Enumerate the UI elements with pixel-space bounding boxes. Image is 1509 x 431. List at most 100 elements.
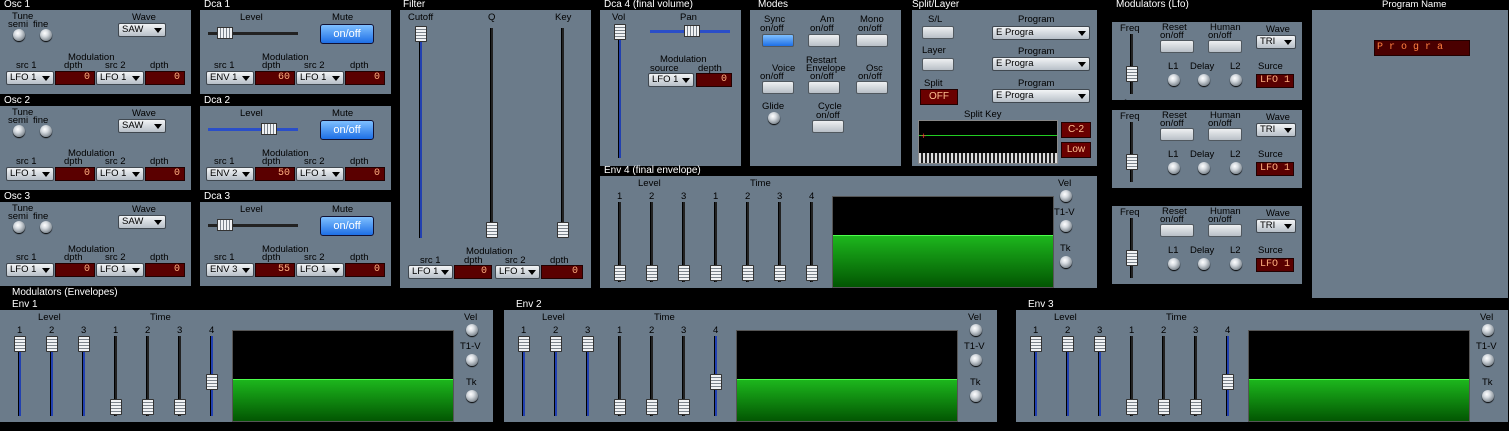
dca-level-thumb[interactable]: [217, 219, 233, 231]
env-slider-thumb[interactable]: [646, 399, 658, 415]
env-slider-thumb[interactable]: [1126, 399, 1138, 415]
dca-dpth2-value[interactable]: 0: [345, 263, 385, 277]
osc-dpth2-value[interactable]: 0: [145, 167, 185, 181]
filter-dpth1-value[interactable]: 0: [454, 265, 492, 279]
env-slider-thumb[interactable]: [582, 336, 594, 352]
lfo-reset-button[interactable]: [1160, 224, 1194, 237]
osc-src2-select[interactable]: LFO 1: [96, 71, 144, 85]
t1v-knob[interactable]: [970, 354, 982, 366]
dca-src1-select[interactable]: ENV 3: [206, 263, 254, 277]
cutoff-slider-track[interactable]: [419, 28, 422, 238]
filter-src2-select[interactable]: LFO 1: [495, 265, 540, 279]
tk-knob[interactable]: [1060, 256, 1072, 268]
env-slider-thumb[interactable]: [174, 399, 186, 415]
osc-wave-select[interactable]: SAW: [118, 23, 166, 37]
env-slider-thumb[interactable]: [1222, 374, 1234, 390]
key-slider-track[interactable]: [561, 28, 564, 238]
vol-slider-track[interactable]: [618, 24, 621, 158]
t1v-knob[interactable]: [1060, 220, 1072, 232]
lfo-l1-knob[interactable]: [1168, 258, 1180, 270]
sl-button[interactable]: [922, 26, 954, 39]
dca4-depth-value[interactable]: 0: [696, 73, 732, 87]
dca-mute-button[interactable]: on/off: [320, 120, 374, 140]
split-key-value[interactable]: C-2: [1061, 122, 1091, 138]
vol-slider-thumb[interactable]: [614, 24, 626, 40]
env-slider-thumb[interactable]: [1094, 336, 1106, 352]
lfo-human-button[interactable]: [1208, 224, 1242, 237]
env-slider-thumb[interactable]: [806, 265, 818, 281]
dca-src1-select[interactable]: ENV 1: [206, 71, 254, 85]
osc-dpth1-value[interactable]: 0: [55, 263, 95, 277]
dca-dpth1-value[interactable]: 50: [255, 167, 295, 181]
dca-dpth1-value[interactable]: 55: [255, 263, 295, 277]
filter-src1-select[interactable]: LFO 1: [408, 265, 453, 279]
glide-knob[interactable]: [768, 112, 780, 124]
tk-knob[interactable]: [466, 390, 478, 402]
q-slider-track[interactable]: [490, 28, 493, 238]
env-slider-thumb[interactable]: [774, 265, 786, 281]
lfo-wave-select[interactable]: TRI: [1256, 123, 1296, 137]
program1-select[interactable]: E Progra: [992, 26, 1090, 40]
osc-src1-select[interactable]: LFO 1: [6, 263, 54, 277]
lfo-delay-knob[interactable]: [1198, 258, 1210, 270]
lfo-surce-value[interactable]: LFO 1: [1256, 74, 1294, 88]
tk-knob[interactable]: [970, 390, 982, 402]
lfo-surce-value[interactable]: LFO 1: [1256, 258, 1294, 272]
lfo-human-button[interactable]: [1208, 40, 1242, 53]
vel-knob[interactable]: [1482, 324, 1494, 336]
env-slider-thumb[interactable]: [646, 265, 658, 281]
env-slider-thumb[interactable]: [518, 336, 530, 352]
key-slider-thumb[interactable]: [557, 222, 569, 238]
split-key-range[interactable]: Low: [1061, 142, 1091, 158]
env-slider-thumb[interactable]: [46, 336, 58, 352]
lfo-l1-knob[interactable]: [1168, 162, 1180, 174]
fine-knob[interactable]: [40, 221, 52, 233]
program-name-value[interactable]: P r o g r a: [1374, 40, 1470, 56]
dca-src2-select[interactable]: LFO 1: [296, 263, 344, 277]
pan-slider-thumb[interactable]: [684, 25, 700, 37]
env-slider-thumb[interactable]: [14, 336, 26, 352]
dca-level-thumb[interactable]: [217, 27, 233, 39]
lfo-reset-button[interactable]: [1160, 128, 1194, 141]
lfo-l2-knob[interactable]: [1230, 258, 1242, 270]
dca-level-track[interactable]: [208, 128, 298, 131]
lfo-human-button[interactable]: [1208, 128, 1242, 141]
osc-src1-select[interactable]: LFO 1: [6, 167, 54, 181]
program3-select[interactable]: E Progra: [992, 89, 1090, 103]
osc-wave-select[interactable]: SAW: [118, 119, 166, 133]
split-value[interactable]: OFF: [920, 89, 958, 105]
envelope-button[interactable]: [808, 81, 840, 94]
lfo-freq-thumb[interactable]: [1126, 250, 1138, 266]
osc-wave-select[interactable]: SAW: [118, 215, 166, 229]
env-slider-thumb[interactable]: [142, 399, 154, 415]
dca-level-thumb[interactable]: [261, 123, 277, 135]
dca-src1-select[interactable]: ENV 2: [206, 167, 254, 181]
osc-button[interactable]: [856, 81, 888, 94]
env-slider-thumb[interactable]: [614, 265, 626, 281]
osc-dpth1-value[interactable]: 0: [55, 71, 95, 85]
lfo-delay-knob[interactable]: [1198, 74, 1210, 86]
t1v-knob[interactable]: [466, 354, 478, 366]
am-button[interactable]: [808, 34, 840, 47]
semi-knob[interactable]: [13, 29, 25, 41]
lfo-freq-thumb[interactable]: [1126, 154, 1138, 170]
fine-knob[interactable]: [40, 29, 52, 41]
q-slider-thumb[interactable]: [486, 222, 498, 238]
fine-knob[interactable]: [40, 125, 52, 137]
env-slider-thumb[interactable]: [1062, 336, 1074, 352]
layer-button[interactable]: [922, 58, 954, 71]
split-key-display[interactable]: +: [918, 120, 1058, 164]
lfo-wave-select[interactable]: TRI: [1256, 35, 1296, 49]
osc-src1-select[interactable]: LFO 1: [6, 71, 54, 85]
t1v-knob[interactable]: [1482, 354, 1494, 366]
lfo-freq-thumb[interactable]: [1126, 66, 1138, 82]
lfo-freq-track[interactable]: [1130, 34, 1133, 94]
sync-button[interactable]: [762, 34, 794, 47]
vel-knob[interactable]: [970, 324, 982, 336]
dca-src2-select[interactable]: LFO 1: [296, 167, 344, 181]
env-graph[interactable]: [1248, 330, 1470, 422]
lfo-freq-track[interactable]: [1130, 218, 1133, 278]
lfo-l2-knob[interactable]: [1230, 74, 1242, 86]
dca-dpth2-value[interactable]: 0: [345, 167, 385, 181]
dca-dpth1-value[interactable]: 60: [255, 71, 295, 85]
